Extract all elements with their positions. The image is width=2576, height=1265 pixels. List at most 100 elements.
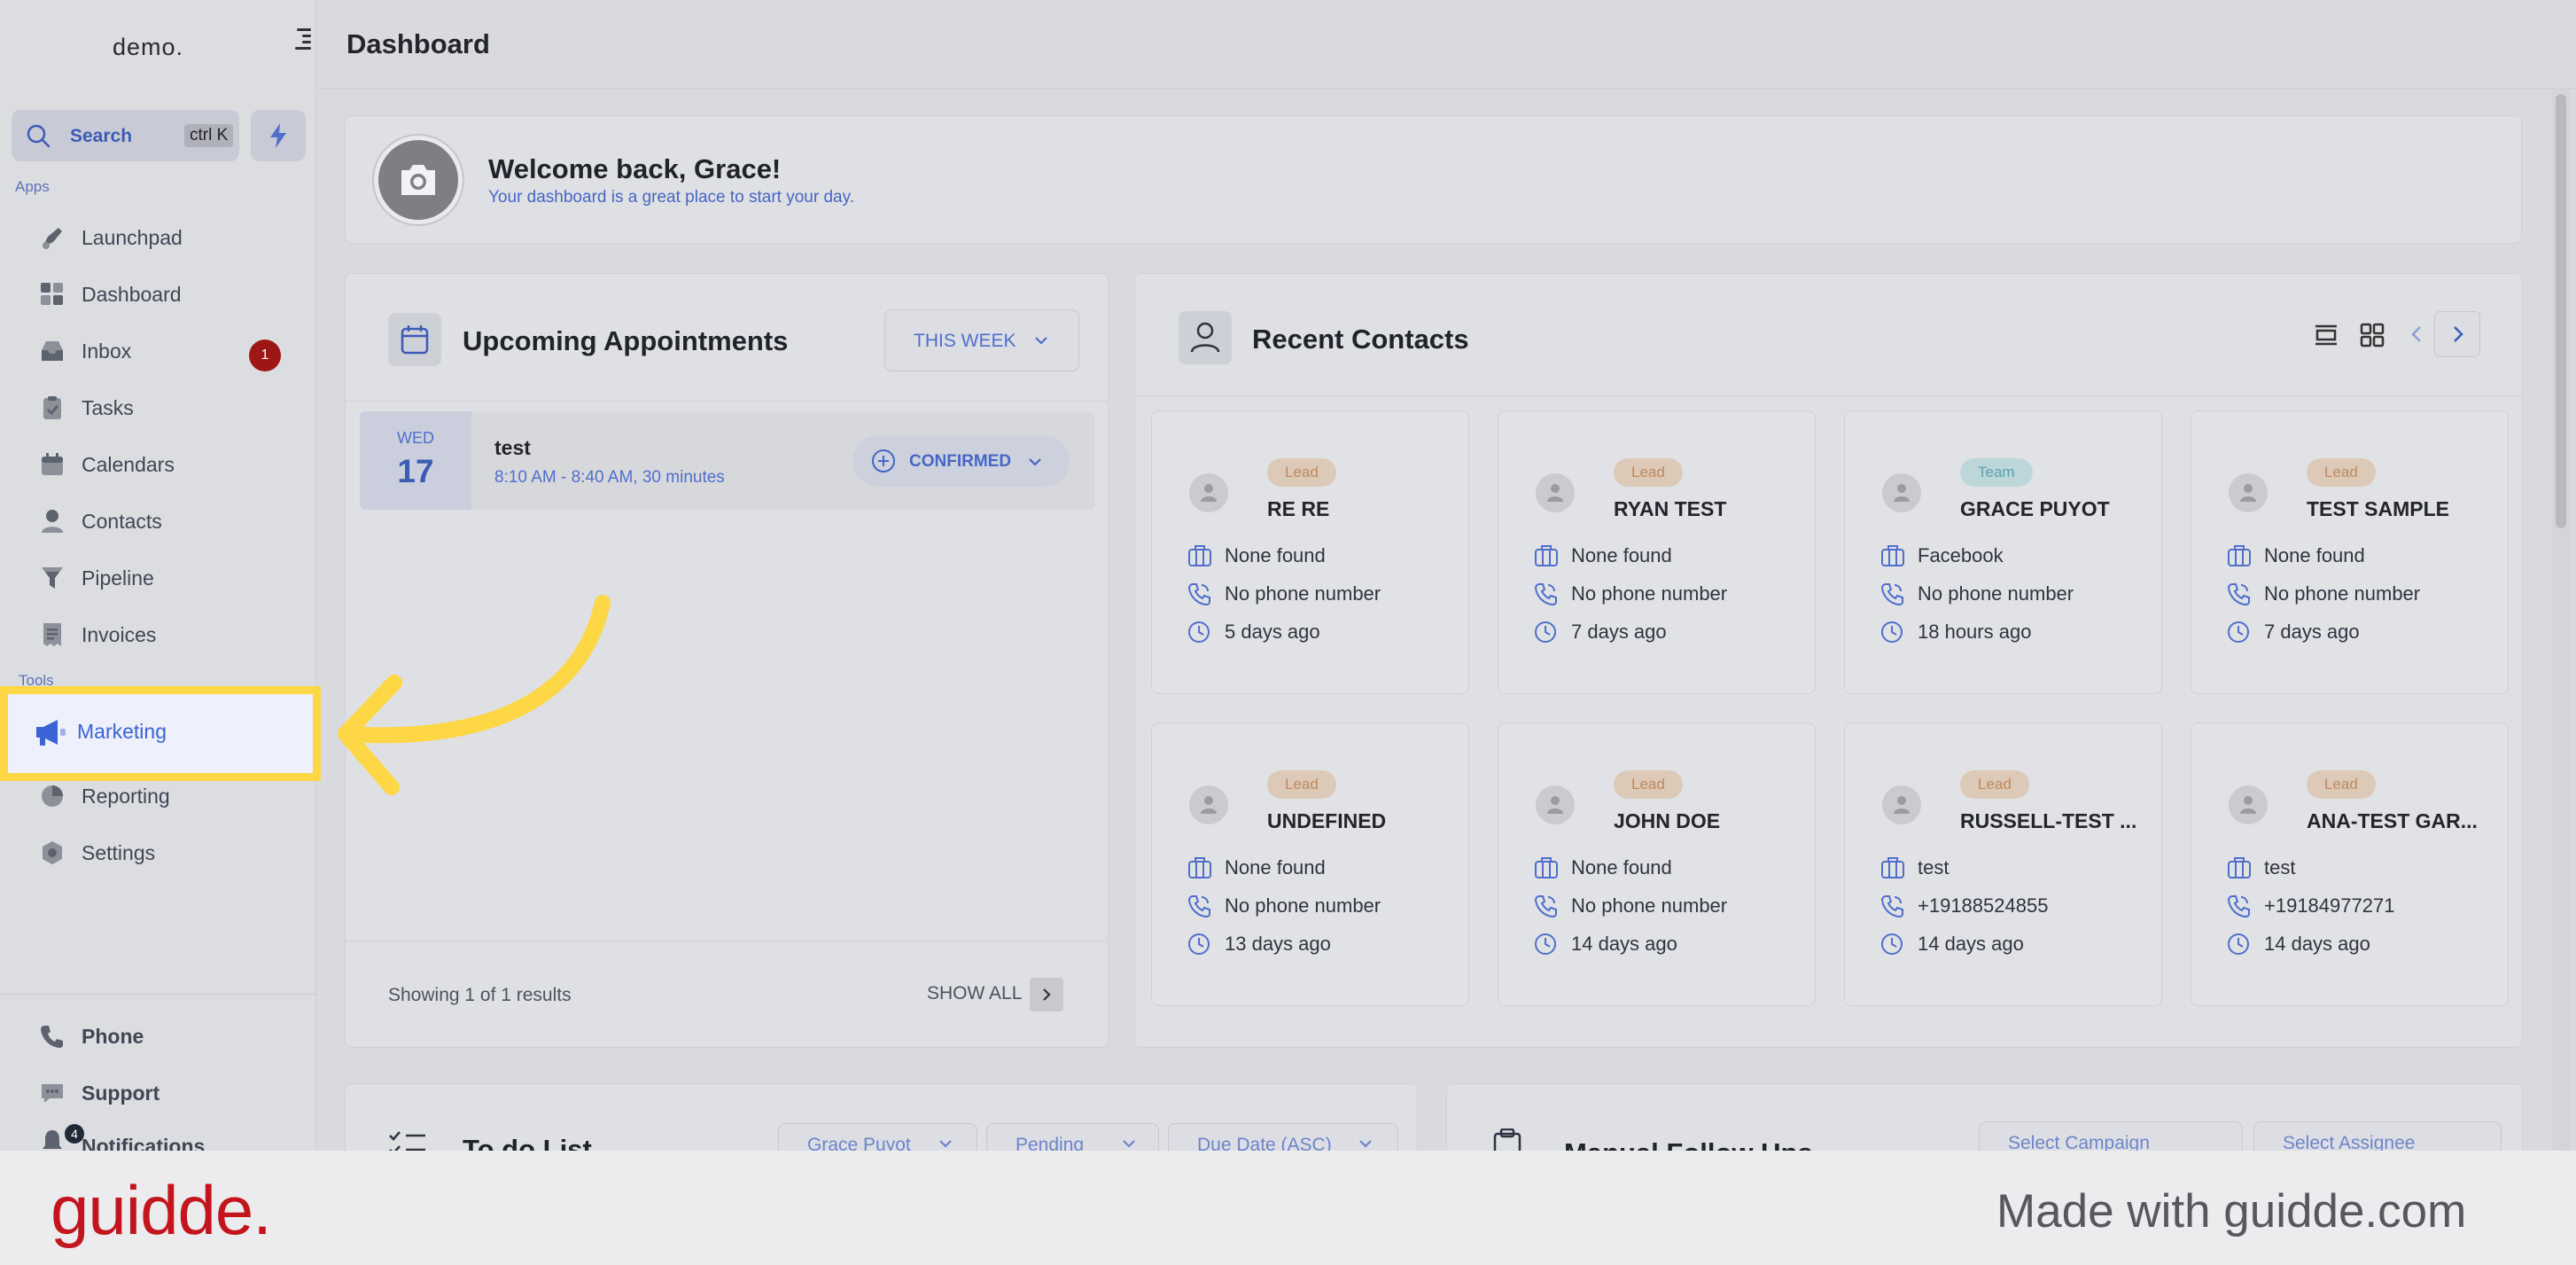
clock-icon (1881, 933, 1903, 955)
contact-card[interactable]: Lead RUSSELL-TEST ... test +19188524855 … (1844, 722, 2162, 1006)
welcome-card: Welcome back, Grace! Your dashboard is a… (345, 115, 2522, 244)
contact-card[interactable]: Lead TEST SAMPLE None found No phone num… (2191, 410, 2509, 694)
sidebar-item-reporting[interactable]: Reporting (35, 776, 301, 811)
next-page-button[interactable] (2434, 311, 2480, 357)
phone-icon (2227, 583, 2250, 605)
contact-phone-text: No phone number (1571, 894, 1728, 917)
collapse-menu-icon[interactable] (288, 27, 311, 51)
search-button[interactable]: Search ctrl K (12, 110, 239, 161)
appointments-result-count: Showing 1 of 1 results (388, 985, 572, 1005)
chevron-down-icon (1359, 1140, 1372, 1148)
grid-view-toggle[interactable] (2348, 311, 2394, 357)
sidebar-item-contacts[interactable]: Contacts (35, 501, 301, 536)
chevron-down-icon (1035, 337, 1047, 345)
sidebar-item-label: Inbox (82, 340, 132, 363)
card-divider (346, 401, 1108, 402)
contact-last-activity: 5 days ago (1187, 619, 1462, 645)
person-icon (42, 510, 63, 533)
contact-source-text: test (2264, 856, 2296, 878)
sidebar-item-settings[interactable]: Settings (35, 832, 301, 868)
contact-card[interactable]: Lead RE RE None found No phone number 5 … (1151, 410, 1469, 694)
dashboard-icon (41, 283, 63, 305)
person-icon (1894, 484, 1910, 502)
sidebar-item-tasks[interactable]: Tasks (35, 387, 301, 423)
sidebar-item-label: Pipeline (82, 566, 154, 590)
contact-avatar (1882, 785, 1921, 824)
megaphone-icon (36, 720, 66, 746)
contact-avatar (1882, 473, 1921, 512)
contact-phone-text: +19188524855 (1918, 894, 2049, 917)
quick-actions-button[interactable] (251, 110, 306, 161)
appointment-row[interactable]: WED 17 test 8:10 AM - 8:40 AM, 30 minute… (360, 411, 1094, 510)
sidebar-item-label: Notifications (82, 1135, 206, 1151)
phone-icon (1187, 895, 1210, 918)
contact-last-activity: 14 days ago (1880, 931, 2155, 957)
person-icon (1547, 796, 1563, 814)
appointments-title: Upcoming Appointments (463, 325, 789, 356)
appointment-status-dropdown[interactable]: CONFIRMED (852, 435, 1070, 487)
contact-name: TEST SAMPLE (2307, 497, 2450, 520)
plus-circle-icon (872, 449, 895, 472)
chevron-right-icon (1043, 988, 1051, 1001)
contact-card[interactable]: Lead JOHN DOE None found No phone number… (1498, 722, 1816, 1006)
sidebar-item-label: Contacts (82, 510, 162, 533)
todo-card: To do List Grace Puyot Pending Due Date … (345, 1083, 1418, 1165)
contact-last-activity: 7 days ago (2227, 619, 2502, 645)
contact-phone-text: +19184977271 (2264, 894, 2395, 917)
person-icon (1201, 484, 1217, 502)
sidebar-item-pipeline[interactable]: Pipeline (35, 558, 301, 593)
person-icon (1201, 796, 1217, 814)
show-all-button[interactable] (1030, 978, 1063, 1011)
sidebar-item-calendars[interactable]: Calendars (35, 444, 301, 480)
contact-avatar (1189, 785, 1228, 824)
range-label: THIS WEEK (914, 331, 1016, 351)
sidebar-item-marketing[interactable]: Marketing (0, 686, 321, 781)
clock-icon (1188, 621, 1210, 643)
phone-icon (2227, 895, 2250, 918)
briefcase-icon (1535, 857, 1558, 878)
list-view-toggle[interactable] (2302, 311, 2348, 357)
page-scrollbar[interactable] (2552, 89, 2570, 1151)
contact-card[interactable]: Team GRACE PUYOT Facebook No phone numbe… (1844, 410, 2162, 694)
contact-source-text: None found (1225, 856, 1326, 878)
sidebar: demo. Search ctrl K Apps Launchpad Dashb… (0, 0, 316, 1151)
contact-card[interactable]: Lead UNDEFINED None found No phone numbe… (1151, 722, 1469, 1006)
sidebar-item-label: Launchpad (82, 226, 183, 249)
search-shortcut: ctrl K (184, 124, 234, 147)
chart-pie-icon (42, 785, 63, 807)
contact-card[interactable]: Lead RYAN TEST None found No phone numbe… (1498, 410, 1816, 694)
rocket-icon (43, 228, 62, 249)
sidebar-item-support[interactable]: Support (35, 1073, 301, 1108)
contact-name: GRACE PUYOT (1960, 497, 2110, 520)
sidebar-item-phone[interactable]: Phone (35, 1016, 301, 1051)
contact-card[interactable]: Lead ANA-TEST GAR... test +19184977271 1… (2191, 722, 2509, 1006)
sidebar-item-inbox[interactable]: Inbox 1 (35, 331, 301, 371)
sidebar-item-invoices[interactable]: Invoices (35, 614, 301, 650)
sidebar-item-dashboard[interactable]: Dashboard (35, 274, 301, 309)
made-with-text: Made with guidde.com (1996, 1185, 2467, 1238)
contact-avatar (1536, 473, 1575, 512)
phone-icon (1534, 895, 1557, 918)
sidebar-item-launchpad[interactable]: Launchpad (35, 217, 301, 253)
sidebar-item-notifications[interactable]: Notifications 4 (35, 1124, 301, 1151)
briefcase-icon (1881, 545, 1904, 566)
chat-bubble-icon (42, 1084, 63, 1103)
appointments-range-dropdown[interactable]: THIS WEEK (884, 309, 1079, 371)
scrollbar-thumb[interactable] (2556, 94, 2566, 528)
contact-phone: No phone number (1534, 893, 1809, 919)
appointment-day: 17 (397, 453, 434, 489)
person-icon (1547, 484, 1563, 502)
contact-type-tag: Lead (1614, 458, 1683, 487)
search-label: Search (70, 126, 133, 146)
avatar[interactable] (374, 136, 463, 224)
contact-avatar (1189, 473, 1228, 512)
contact-source: test (2227, 855, 2502, 881)
calendar-icon (401, 325, 429, 355)
contact-phone: No phone number (1880, 581, 2155, 607)
contact-time-text: 7 days ago (1571, 621, 1667, 643)
clock-icon (1188, 933, 1210, 955)
show-all-link[interactable]: SHOW ALL (927, 983, 1022, 1004)
contact-phone-text: No phone number (1918, 582, 2074, 605)
appointments-icon-box (388, 313, 441, 366)
app-logo[interactable]: demo. (113, 34, 183, 61)
